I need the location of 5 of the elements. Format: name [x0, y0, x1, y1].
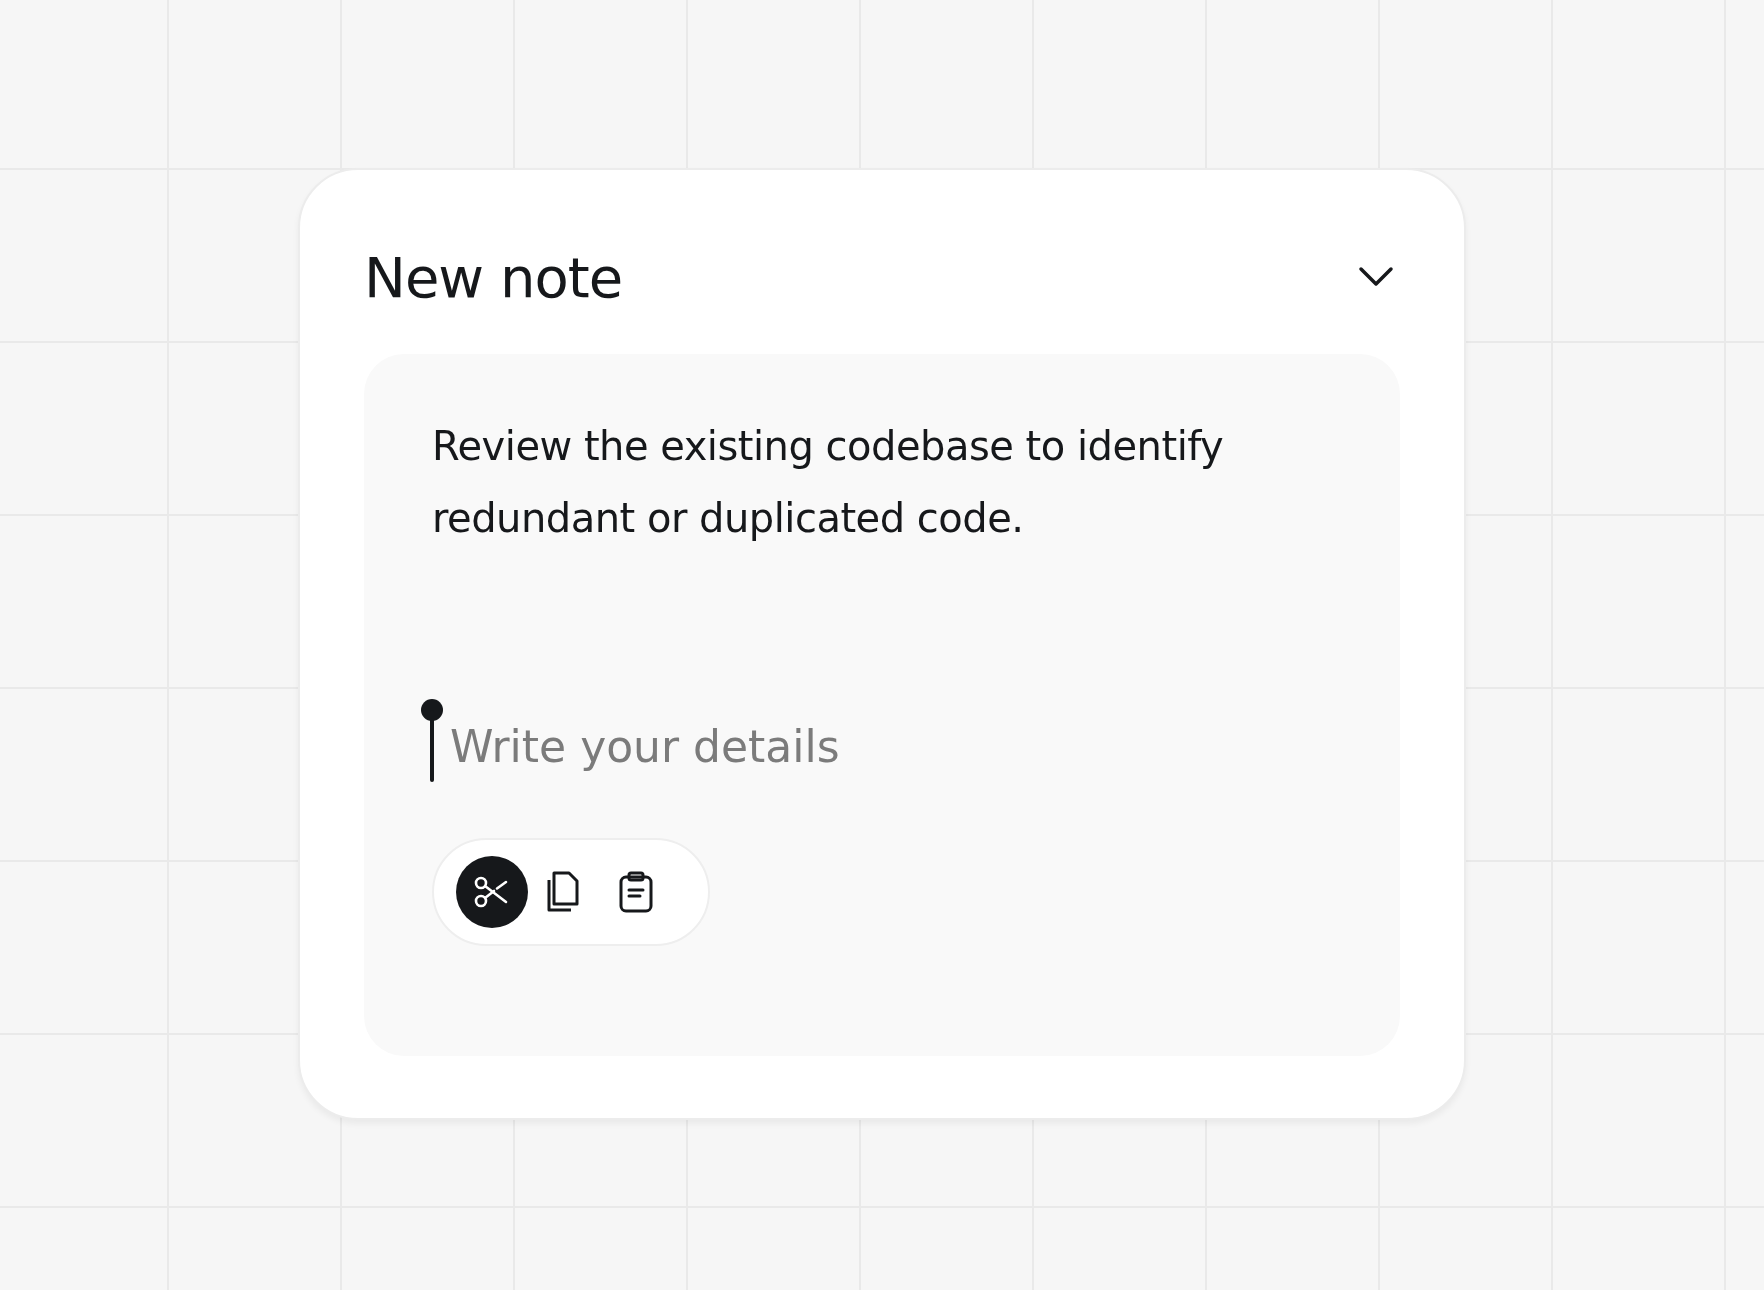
chevron-down-icon [1358, 266, 1394, 288]
text-cursor-icon [420, 698, 444, 782]
note-title: New note [364, 244, 623, 310]
details-input-field[interactable]: Write your details [444, 716, 1050, 776]
note-text: Review the existing codebase to identify redundant or duplicated code. [432, 422, 1225, 543]
